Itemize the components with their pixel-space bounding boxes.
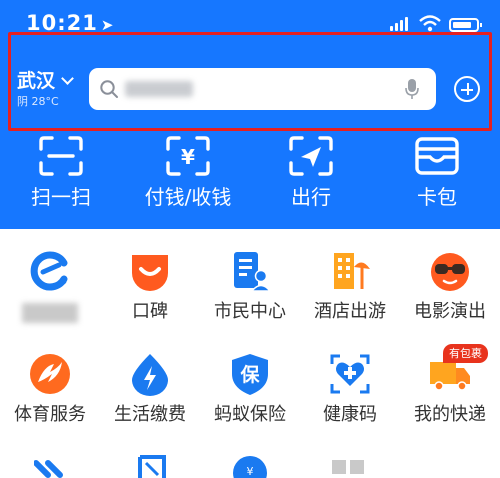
svg-text:保: 保 xyxy=(239,363,260,386)
tile-koubei[interactable]: 口碑 xyxy=(100,229,200,329)
pay-icon: ¥ xyxy=(166,136,210,176)
battery-icon xyxy=(449,18,482,32)
scan-icon xyxy=(39,136,83,176)
tile-koubei-label: 口碑 xyxy=(132,301,168,322)
tile-utility-payment-label: 生活缴费 xyxy=(114,404,186,425)
search-icon xyxy=(100,80,118,98)
tile-express-delivery-label: 我的快递 xyxy=(414,404,486,425)
action-travel[interactable]: 出行 xyxy=(251,135,371,215)
partial-icon-grid xyxy=(332,460,364,474)
tile-health-code-label: 健康码 xyxy=(323,404,377,425)
wifi-icon xyxy=(419,15,441,32)
status-bar: 10:21 ➤ xyxy=(0,0,500,36)
weather-text: 阴 28°C xyxy=(17,95,59,108)
eleme-icon xyxy=(30,251,68,291)
tile-sports[interactable]: 体育服务 xyxy=(0,332,100,432)
utility-payment-icon xyxy=(132,354,168,396)
action-pay[interactable]: ¥ 付钱/收钱 xyxy=(128,135,248,215)
city-selector[interactable]: 武汉 xyxy=(17,70,74,92)
tile-ant-insurance-label: 蚂蚁保险 xyxy=(214,404,286,425)
partial-icon-stripes xyxy=(138,455,166,478)
partial-icon-coin: ¥ xyxy=(233,456,267,478)
movie-icon xyxy=(431,253,469,291)
action-scan-label: 扫一扫 xyxy=(31,185,91,209)
microphone-icon[interactable] xyxy=(405,78,419,100)
tile-movie-label: 电影演出 xyxy=(414,301,486,322)
tile-hotel-travel[interactable]: 酒店出游 xyxy=(300,229,400,329)
tile-citizen-center-label: 市民中心 xyxy=(214,301,286,322)
city-name: 武汉 xyxy=(17,70,56,92)
hotel-travel-icon xyxy=(334,253,370,289)
tile-hotel-travel-label: 酒店出游 xyxy=(314,301,386,322)
tile-movie[interactable]: 电影演出 xyxy=(400,229,500,329)
action-pay-label: 付钱/收钱 xyxy=(144,185,232,209)
sports-icon xyxy=(30,354,70,394)
package-badge: 有包裹 xyxy=(443,344,488,363)
koubei-icon xyxy=(132,255,168,291)
tile-eleme[interactable] xyxy=(0,229,100,329)
svg-text:¥: ¥ xyxy=(247,465,254,478)
card-wallet-icon xyxy=(415,137,459,175)
action-scan[interactable]: 扫一扫 xyxy=(1,135,121,215)
citizen-center-icon xyxy=(234,252,272,292)
add-button[interactable] xyxy=(454,76,480,102)
search-input[interactable] xyxy=(129,76,279,102)
tile-citizen-center[interactable]: 市民中心 xyxy=(200,229,300,329)
header: 10:21 ➤ 武汉 阴 28°C 扫一扫 ¥ 付钱/收钱 出行 卡包 xyxy=(0,0,500,229)
service-grid: 口碑 市民中心 酒店出游 电影演出 体育服务 生活缴费 保 蚂蚁保险 健康码 我… xyxy=(0,229,500,478)
blurred-label xyxy=(22,303,78,323)
tile-sports-label: 体育服务 xyxy=(14,404,86,425)
action-card-wallet[interactable]: 卡包 xyxy=(377,135,497,215)
action-card-wallet-label: 卡包 xyxy=(417,185,457,209)
quick-actions: 扫一扫 ¥ 付钱/收钱 出行 卡包 xyxy=(0,135,500,215)
tile-ant-insurance[interactable]: 保 蚂蚁保险 xyxy=(200,332,300,432)
search-bar[interactable] xyxy=(89,68,436,110)
health-code-icon xyxy=(330,354,370,394)
tile-health-code[interactable]: 健康码 xyxy=(300,332,400,432)
partial-icon-arrows xyxy=(34,460,63,478)
ant-insurance-icon: 保 xyxy=(232,354,268,395)
svg-text:¥: ¥ xyxy=(181,145,195,169)
tile-utility-payment[interactable]: 生活缴费 xyxy=(100,332,200,432)
action-travel-label: 出行 xyxy=(291,185,331,209)
travel-icon xyxy=(289,136,333,176)
signal-icon xyxy=(390,17,410,31)
chevron-down-icon xyxy=(61,72,74,85)
